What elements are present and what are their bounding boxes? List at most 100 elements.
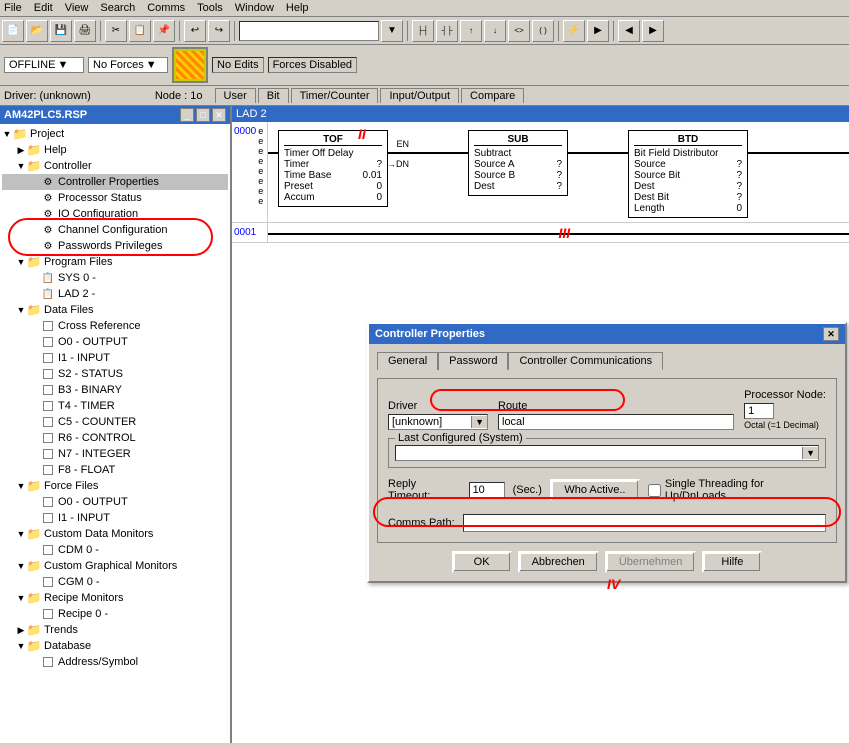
tree-item-processor-status[interactable]: ⚙Processor Status xyxy=(2,190,228,206)
tree-item-n7-integer[interactable]: N7 - INTEGER xyxy=(2,446,228,462)
save-btn[interactable]: 💾 xyxy=(50,20,72,42)
search-box[interactable] xyxy=(239,21,379,41)
tree-item-controller-props[interactable]: ⚙Controller Properties xyxy=(2,174,228,190)
driver-input[interactable] xyxy=(389,415,471,429)
menu-file[interactable]: File xyxy=(4,2,22,14)
tree-item-sys0[interactable]: 📋SYS 0 - xyxy=(2,270,228,286)
tof-block[interactable]: TOF Timer Off Delay Timer ? Time Base 0.… xyxy=(278,130,388,207)
tree-item-i1-input[interactable]: I1 - INPUT xyxy=(2,350,228,366)
driver-combo[interactable]: ▼ xyxy=(388,414,488,430)
paste-btn[interactable]: 📌 xyxy=(153,20,175,42)
tree-item-cgm0[interactable]: CGM 0 - xyxy=(2,574,228,590)
offline-dropdown[interactable]: OFFLINE ▼ xyxy=(4,57,84,73)
tree-item-database[interactable]: ▼📁Database xyxy=(2,638,228,654)
menu-tools[interactable]: Tools xyxy=(197,2,223,14)
undo-btn[interactable]: ↩ xyxy=(184,20,206,42)
abbrechen-btn[interactable]: Abbrechen xyxy=(518,551,599,573)
expand-recipe-monitors[interactable]: ▼ xyxy=(16,593,26,603)
tree-item-fi1-input[interactable]: I1 - INPUT xyxy=(2,510,228,526)
comms-path-input[interactable] xyxy=(463,514,826,532)
menu-view[interactable]: View xyxy=(65,2,89,14)
sub-block[interactable]: SUB Subtract Source A ? Source B ? Dest xyxy=(468,130,568,196)
expand-program-files[interactable]: ▼ xyxy=(16,257,26,267)
menu-edit[interactable]: Edit xyxy=(34,2,53,14)
tree-item-address-symbol[interactable]: Address/Symbol xyxy=(2,654,228,670)
forces-dropdown[interactable]: No Forces ▼ xyxy=(88,57,168,73)
menu-search[interactable]: Search xyxy=(100,2,135,14)
tree-item-io-config[interactable]: ⚙IO Configuration xyxy=(2,206,228,222)
redo-btn[interactable]: ↪ xyxy=(208,20,230,42)
search-dropdown[interactable]: ▼ xyxy=(381,20,403,42)
tab-password[interactable]: Password xyxy=(438,352,508,370)
fwd-btn[interactable]: ▶ xyxy=(642,20,664,42)
ladder-btn3[interactable]: ↑ xyxy=(460,20,482,42)
tree-item-recipe-monitors[interactable]: ▼📁Recipe Monitors xyxy=(2,590,228,606)
last-configured-combo[interactable]: ▼ xyxy=(395,445,819,461)
tree-item-custom-data[interactable]: ▼📁Custom Data Monitors xyxy=(2,526,228,542)
tree-item-passwords[interactable]: ⚙Passwords Privileges xyxy=(2,238,228,254)
tree-item-s2-status[interactable]: S2 - STATUS xyxy=(2,366,228,382)
ladder-btn1[interactable]: ├┤ xyxy=(412,20,434,42)
route-input[interactable] xyxy=(498,414,734,430)
open-btn[interactable]: 📂 xyxy=(26,20,48,42)
btd-block[interactable]: BTD Bit Field Distributor Source ? Sourc… xyxy=(628,130,748,218)
ladder-btn5[interactable]: <> xyxy=(508,20,530,42)
tree-item-r6-control[interactable]: R6 - CONTROL xyxy=(2,430,228,446)
expand-project[interactable]: ▼ xyxy=(2,129,12,139)
tree-item-b3-binary[interactable]: B3 - BINARY xyxy=(2,382,228,398)
ladder-btn4[interactable]: ↓ xyxy=(484,20,506,42)
tree-item-c5-counter[interactable]: C5 - COUNTER xyxy=(2,414,228,430)
close-panel-btn[interactable]: ✕ xyxy=(212,108,226,122)
tree-item-cdm0[interactable]: CDM 0 - xyxy=(2,542,228,558)
expand-help[interactable]: ▶ xyxy=(16,145,26,156)
driver-dropdown-btn[interactable]: ▼ xyxy=(471,416,487,428)
tree-item-recipe0[interactable]: Recipe 0 - xyxy=(2,606,228,622)
tree-item-data-files[interactable]: ▼📁Data Files xyxy=(2,302,228,318)
run-btn[interactable]: ▶ xyxy=(587,20,609,42)
tree-item-help[interactable]: ▶📁Help xyxy=(2,142,228,158)
tree-item-o0-output[interactable]: O0 - OUTPUT xyxy=(2,334,228,350)
reply-timeout-input[interactable] xyxy=(469,482,505,498)
maximize-btn[interactable]: □ xyxy=(196,108,210,122)
tree-item-channel-config[interactable]: ⚙Channel Configuration xyxy=(2,222,228,238)
expand-custom-graphical[interactable]: ▼ xyxy=(16,561,26,571)
ok-btn[interactable]: OK xyxy=(452,551,512,573)
cut-btn[interactable]: ✂ xyxy=(105,20,127,42)
tree-item-program-files[interactable]: ▼📁Program Files xyxy=(2,254,228,270)
tree-item-project[interactable]: ▼📁Project xyxy=(2,126,228,142)
who-active-btn[interactable]: Who Active.. xyxy=(550,479,640,501)
expand-data-files[interactable]: ▼ xyxy=(16,305,26,315)
tree-item-fo0-output[interactable]: O0 - OUTPUT xyxy=(2,494,228,510)
copy-btn[interactable]: 📋 xyxy=(129,20,151,42)
tree-item-custom-graphical[interactable]: ▼📁Custom Graphical Monitors xyxy=(2,558,228,574)
menu-help[interactable]: Help xyxy=(286,2,309,14)
print-btn[interactable]: 🖨 xyxy=(74,20,96,42)
tree-item-trends[interactable]: ▶📁Trends xyxy=(2,622,228,638)
ladder-btn2[interactable]: ┤├ xyxy=(436,20,458,42)
tab-user[interactable]: User xyxy=(215,88,256,103)
menu-comms[interactable]: Comms xyxy=(147,2,185,14)
tab-input-output[interactable]: Input/Output xyxy=(380,88,459,103)
single-threading-checkbox[interactable] xyxy=(648,484,661,497)
last-configured-dropdown-btn[interactable]: ▼ xyxy=(802,447,818,459)
expand-force-files[interactable]: ▼ xyxy=(16,481,26,491)
ladder-btn6[interactable]: ( ) xyxy=(532,20,554,42)
tab-bit[interactable]: Bit xyxy=(258,88,289,103)
tab-controller-comms[interactable]: Controller Communications xyxy=(508,352,663,370)
expand-trends[interactable]: ▶ xyxy=(16,625,26,636)
tree-item-t4-timer[interactable]: T4 - TIMER xyxy=(2,398,228,414)
minimize-btn[interactable]: _ xyxy=(180,108,194,122)
hilfe-btn[interactable]: Hilfe xyxy=(702,551,762,573)
tree-item-f8-float[interactable]: F8 - FLOAT xyxy=(2,462,228,478)
tree-item-cross-ref[interactable]: Cross Reference xyxy=(2,318,228,334)
ubernehmen-btn[interactable]: Übernehmen xyxy=(605,551,697,573)
tab-compare[interactable]: Compare xyxy=(461,88,524,103)
processor-node-input[interactable] xyxy=(744,403,774,419)
new-btn[interactable]: 📄 xyxy=(2,20,24,42)
menu-window[interactable]: Window xyxy=(235,2,274,14)
expand-controller[interactable]: ▼ xyxy=(16,161,26,171)
expand-custom-data[interactable]: ▼ xyxy=(16,529,26,539)
comms-btn[interactable]: ⚡ xyxy=(563,20,585,42)
tree-item-lad2[interactable]: 📋LAD 2 - xyxy=(2,286,228,302)
tab-timer-counter[interactable]: Timer/Counter xyxy=(291,88,379,103)
